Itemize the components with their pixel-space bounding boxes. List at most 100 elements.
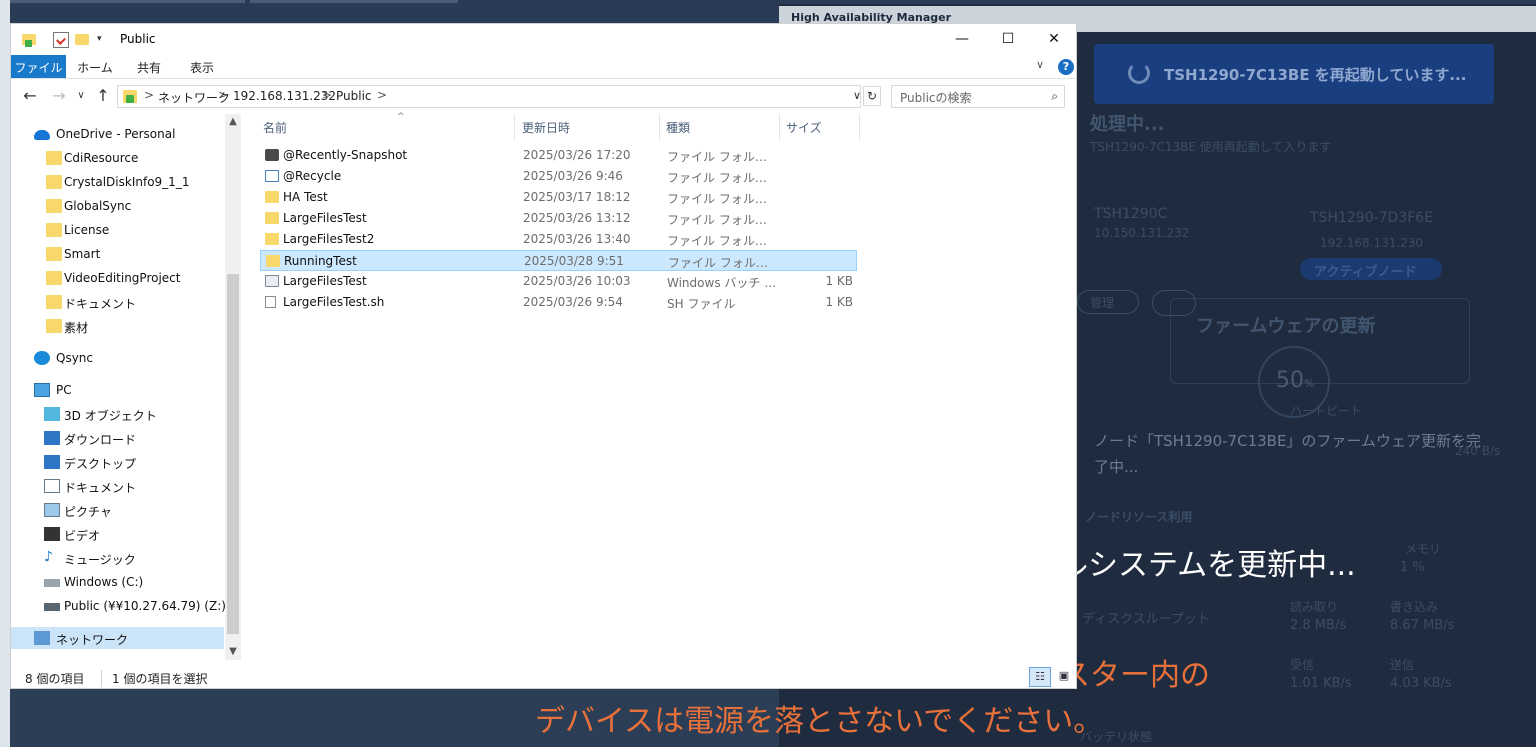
tab-view[interactable]: 表示 xyxy=(178,55,226,78)
file-name: RunningTest xyxy=(284,254,357,268)
file-row-selected[interactable]: RunningTest 2025/03/28 9:51 ファイル フォルダー xyxy=(260,250,857,271)
nav-label: CdiResource xyxy=(64,151,139,165)
file-row[interactable]: LargeFilesTest 2025/03/26 13:12 ファイル フォルダー xyxy=(260,208,857,229)
quick-access-new-folder-icon[interactable] xyxy=(75,32,91,48)
breadcrumb-separator[interactable]: > xyxy=(144,88,154,102)
ribbon-collapse-icon[interactable]: ∨ xyxy=(1036,58,1044,71)
file-type: Windows バッチ ファ... xyxy=(667,276,777,290)
selection-count: 1 個の項目を選択 xyxy=(101,670,207,687)
breadcrumb-separator[interactable]: > xyxy=(377,88,387,102)
admin-dropdown: 管理 xyxy=(1077,290,1139,314)
column-header-date[interactable]: 更新日時 xyxy=(516,114,660,140)
quick-access-checklist-icon[interactable] xyxy=(53,32,69,48)
nav-item-public-drive[interactable]: Public (¥¥10.27.64.79) (Z:) xyxy=(11,595,226,617)
scroll-down-icon[interactable]: ▼ xyxy=(225,644,241,660)
breadcrumb-public[interactable]: Public xyxy=(336,89,372,103)
nav-item-smart[interactable]: Smart xyxy=(11,243,224,265)
address-bar[interactable]: > ネットワーク > 192.168.131.232 > Public > ∨ xyxy=(117,85,861,108)
help-icon[interactable]: ? xyxy=(1058,59,1074,75)
video-icon xyxy=(44,527,60,541)
nav-item-videos[interactable]: ビデオ xyxy=(11,523,224,545)
file-date: 2025/03/26 9:54 xyxy=(523,295,623,309)
music-icon: ♪ xyxy=(44,549,53,565)
bandwidth-value: 240 B/s xyxy=(1455,444,1501,458)
refresh-button[interactable]: ↻ xyxy=(863,86,881,106)
file-type: ファイル フォルダー xyxy=(667,234,777,248)
address-dropdown-icon[interactable]: ∨ xyxy=(853,89,861,102)
nav-label: ピクチャ xyxy=(64,505,112,519)
nav-item-pc[interactable]: PC xyxy=(11,379,224,401)
file-row[interactable]: LargeFilesTest 2025/03/26 10:03 Windows バッ… xyxy=(260,271,857,292)
network-drive-icon xyxy=(44,603,60,611)
maximize-button[interactable]: ☐ xyxy=(985,24,1031,55)
nav-item-documents-folder[interactable]: ドキュメント xyxy=(11,291,224,313)
nav-item-downloads[interactable]: ダウンロード xyxy=(11,427,224,449)
nav-item-music[interactable]: ♪ ミュージック xyxy=(11,547,224,569)
large-icons-view-button[interactable]: ▣ xyxy=(1053,667,1075,687)
column-header-type[interactable]: 種類 xyxy=(660,114,780,140)
tab-share[interactable]: 共有 xyxy=(125,55,173,78)
nav-item-network[interactable]: ネットワーク xyxy=(11,627,224,649)
nav-item-desktop[interactable]: デスクトップ xyxy=(11,451,224,473)
file-row[interactable]: HA Test 2025/03/17 18:12 ファイル フォルダー xyxy=(260,187,857,208)
tab-file[interactable]: ファイル xyxy=(11,55,66,78)
forward-button[interactable]: → xyxy=(49,86,69,106)
file-name: LargeFilesTest.sh xyxy=(283,295,385,309)
system-updating-label: システムを更新中... xyxy=(1088,548,1356,583)
file-row[interactable]: @Recycle 2025/03/26 9:46 ファイル フォルダー xyxy=(260,166,857,187)
file-icon xyxy=(265,296,276,308)
item-count: 8 個の項目 xyxy=(25,672,85,686)
scroll-thumb[interactable] xyxy=(227,274,239,634)
nav-item-cdiresource[interactable]: CdiResource xyxy=(11,147,224,169)
column-header-name[interactable]: 名前 ^ xyxy=(257,112,515,140)
file-row[interactable]: @Recently-Snapshot 2025/03/26 17:20 ファイル フ… xyxy=(260,145,857,166)
breadcrumb-host[interactable]: 192.168.131.232 xyxy=(233,89,336,103)
active-node-badge: アクティブノード xyxy=(1300,258,1442,280)
quick-access-properties-icon[interactable] xyxy=(21,32,37,48)
nav-item-qsync[interactable]: Qsync xyxy=(11,347,224,369)
search-placeholder: Publicの検索 xyxy=(900,91,972,105)
column-header-size[interactable]: サイズ xyxy=(780,114,860,140)
cloud-icon xyxy=(34,130,50,140)
breadcrumb-separator[interactable]: > xyxy=(322,88,332,102)
minimize-button[interactable]: — xyxy=(939,24,985,55)
nav-label: 素材 xyxy=(64,321,89,335)
search-icon[interactable]: ⌕ xyxy=(1051,89,1058,104)
tab-home[interactable]: ホーム xyxy=(71,55,119,78)
details-view-button[interactable]: ☷ xyxy=(1029,667,1051,687)
nav-scrollbar[interactable]: ▲ ▼ xyxy=(225,114,241,660)
folder-icon xyxy=(46,271,62,285)
nav-item-documents[interactable]: ドキュメント xyxy=(11,475,224,497)
nav-item-crystaldiskinfo[interactable]: CrystalDiskInfo9_1_1 xyxy=(11,171,224,193)
nav-item-license[interactable]: License xyxy=(11,219,224,241)
address-row: ← → ∨ ↑ > ネットワーク > 192.168.131.232 > Pub… xyxy=(11,83,1076,111)
receive-label: 受信 xyxy=(1290,658,1315,672)
nav-item-windows-drive[interactable]: Windows (C:) xyxy=(11,571,224,593)
batch-file-icon xyxy=(265,275,279,287)
nav-item-globalsync[interactable]: GlobalSync xyxy=(11,195,224,217)
nav-item-pictures[interactable]: ピクチャ xyxy=(11,499,224,521)
nav-label: License xyxy=(64,223,110,237)
nav-item-onedrive[interactable]: OneDrive - Personal xyxy=(11,123,224,145)
search-input[interactable]: Publicの検索 ⌕ xyxy=(891,85,1065,108)
recent-locations-button[interactable]: ∨ xyxy=(71,86,91,106)
scroll-up-icon[interactable]: ▲ xyxy=(225,114,241,130)
ribbon-tabs: ファイル ホーム 共有 表示 ∨ ? xyxy=(11,55,1076,79)
breadcrumb-separator[interactable]: > xyxy=(218,88,228,102)
folder-icon xyxy=(46,175,62,189)
file-row[interactable]: LargeFilesTest.sh 2025/03/26 9:54 SH ファイル 1… xyxy=(260,292,857,313)
close-button[interactable]: ✕ xyxy=(1031,24,1077,55)
quick-access-customize-icon[interactable]: ▾ xyxy=(97,34,113,50)
nav-item-materials[interactable]: 素材 xyxy=(11,315,224,337)
up-button[interactable]: ↑ xyxy=(93,86,113,106)
nav-item-videoeditingproject[interactable]: VideoEditingProject xyxy=(11,267,224,289)
file-row[interactable]: LargeFilesTest2 2025/03/26 13:40 ファイル フォルダ… xyxy=(260,229,857,250)
folder-icon xyxy=(75,34,89,45)
file-type: ファイル フォルダー xyxy=(667,192,777,206)
send-label: 送信 xyxy=(1390,658,1415,672)
document-icon xyxy=(44,479,60,493)
file-date: 2025/03/26 17:20 xyxy=(523,148,631,162)
node2-name: TSH1290-7D3F6E xyxy=(1310,210,1434,226)
nav-item-3d-objects[interactable]: 3D オブジェクト xyxy=(11,403,224,425)
back-button[interactable]: ← xyxy=(20,86,40,106)
